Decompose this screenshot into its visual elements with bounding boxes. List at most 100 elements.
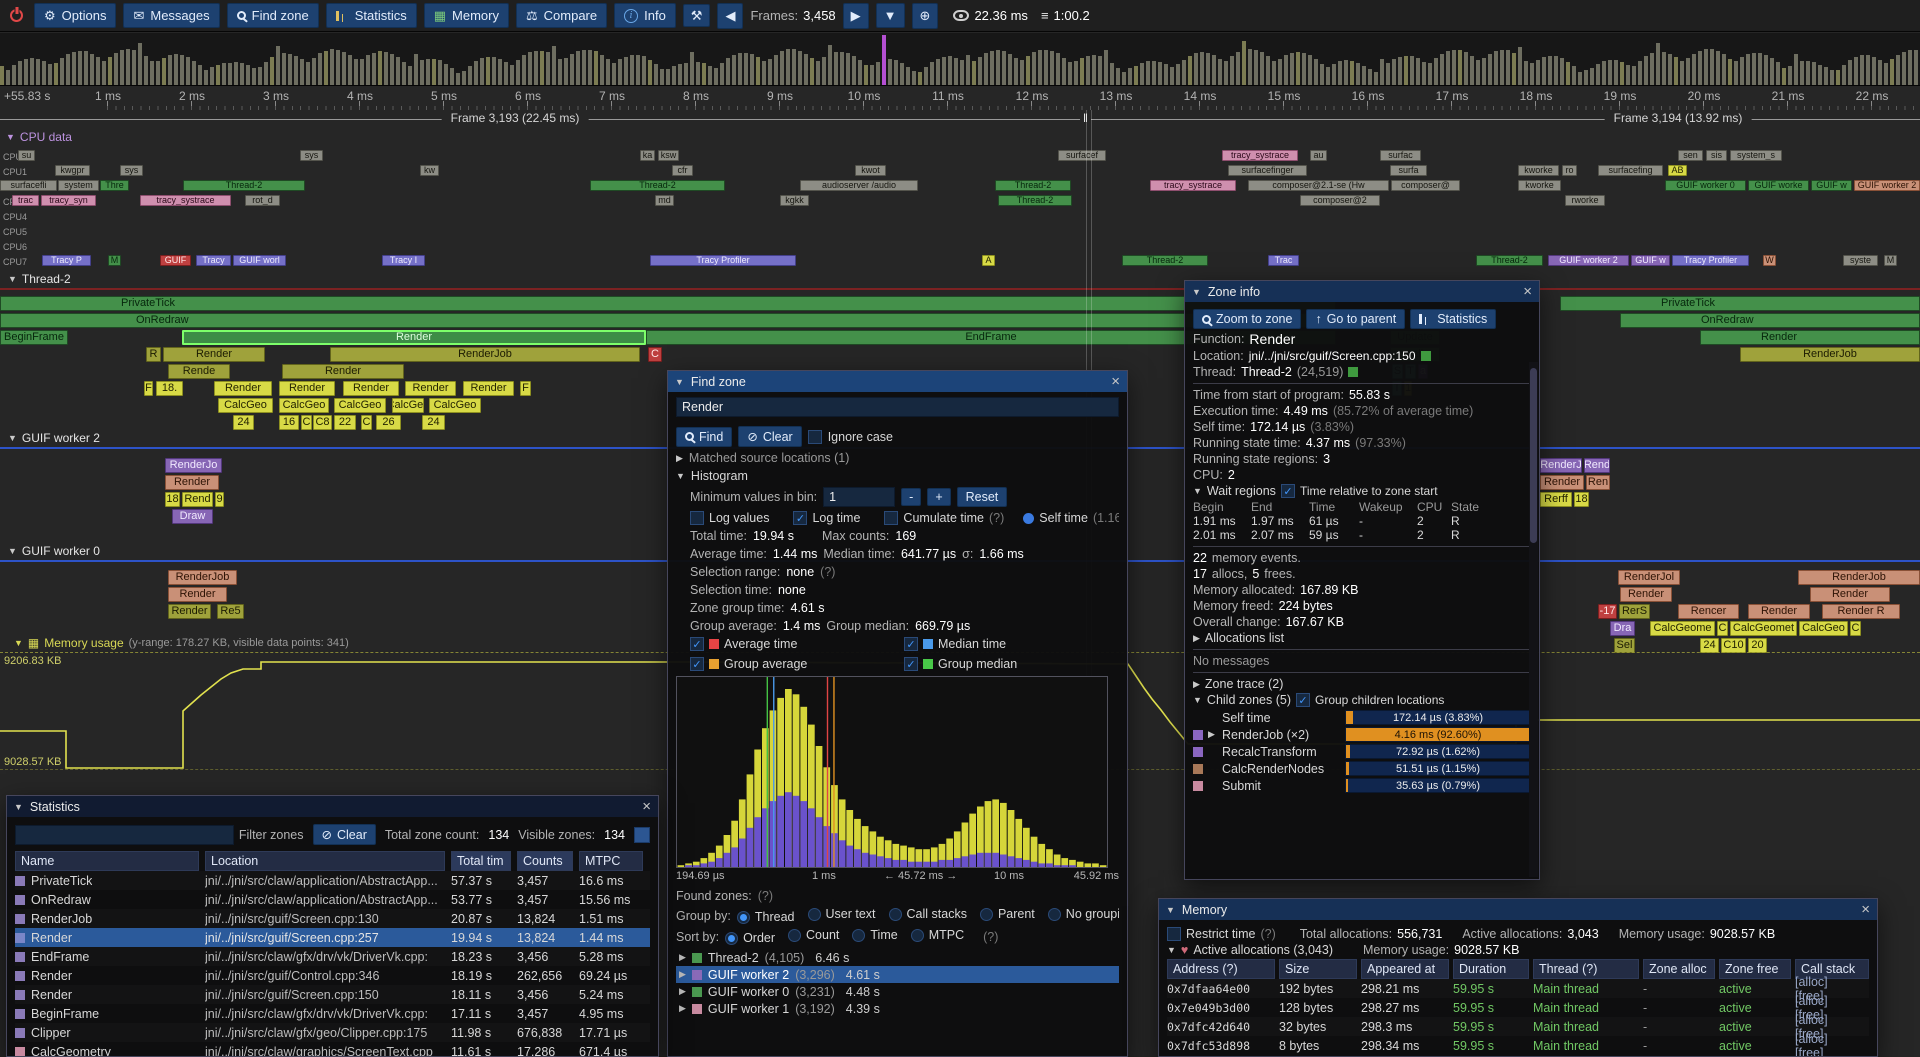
radio-icon[interactable]	[1048, 908, 1061, 921]
find-zone-input[interactable]	[676, 397, 1119, 417]
scrollbar[interactable]	[1529, 362, 1538, 877]
close-icon[interactable]: ×	[1861, 902, 1870, 917]
checkbox[interactable]	[904, 657, 918, 671]
timeline-zone[interactable]: 16	[279, 415, 299, 430]
tools-button[interactable]: ⚒	[683, 4, 711, 27]
timeline-zone[interactable]: Render R	[1822, 604, 1900, 619]
collapse-icon[interactable]: ▼	[1192, 287, 1201, 297]
timeline-zone[interactable]: CalcGeo	[1799, 621, 1848, 636]
legend-item[interactable]: Group median	[904, 657, 1099, 671]
legend-item[interactable]: Group average	[690, 657, 885, 671]
timeline-zone[interactable]: F	[520, 381, 531, 396]
prev-frame-button[interactable]: ◀	[717, 3, 743, 29]
timeline-zone[interactable]: CalcGeo	[279, 398, 329, 413]
info-button[interactable]: iInfo	[614, 3, 676, 28]
timeline-zone[interactable]: Render	[343, 381, 399, 396]
thread-zone-row[interactable]: RRenderRenderJobCcallRenderJob	[0, 347, 1920, 364]
timeline-zone[interactable]: CalcGeo	[429, 398, 481, 413]
free-callstack-link[interactable]: [free]	[1795, 1046, 1869, 1057]
timeline-zone[interactable]: Re5	[217, 604, 244, 619]
zone-group-row[interactable]: GUIF worker 2(3,296)4.61 s	[676, 966, 1119, 983]
expand-icon[interactable]: ▶	[1208, 729, 1217, 740]
collapse-icon[interactable]: ▼	[1166, 905, 1175, 915]
sort-by-option[interactable]: MTPC	[911, 928, 964, 942]
zone-statistics-button[interactable]: Statistics	[1410, 309, 1496, 329]
power-icon[interactable]	[10, 9, 23, 22]
allocation-row[interactable]: 0x7dfc42d640 32 bytes 298.3 ms 59.95 s M…	[1167, 1017, 1869, 1036]
memory-titlebar[interactable]: ▼ Memory ×	[1159, 899, 1877, 920]
alloc-callstack-link[interactable]: [alloc]	[1795, 975, 1869, 989]
histogram-option[interactable]: Log time	[793, 511, 865, 525]
timeline-zone[interactable]: CalcGeomet	[1730, 621, 1797, 636]
thread-swatch[interactable]	[1348, 367, 1358, 377]
sort-by-option[interactable]: Order	[725, 931, 775, 945]
limit-view-button[interactable]	[634, 827, 650, 843]
wait-regions-toggle[interactable]: ▼Wait regionsTime relative to zone start	[1193, 484, 1531, 498]
statistics-row[interactable]: RenderJob jni/../jni/src/guif/Screen.cpp…	[15, 909, 650, 928]
timeline-zone[interactable]: RenderJob	[1740, 347, 1920, 362]
timeline-zone[interactable]: RenderJob	[1798, 570, 1920, 585]
checkbox[interactable]	[904, 637, 918, 651]
decrement-button[interactable]: -	[901, 488, 921, 506]
goto-frame-button[interactable]: ⊕	[912, 3, 939, 29]
timeline-zone[interactable]: Rerff	[1540, 492, 1572, 507]
timeline-zone[interactable]: 24	[1700, 638, 1719, 653]
timeline-zone[interactable]: CalcGeo	[334, 398, 386, 413]
statistics-row[interactable]: BeginFrame jni/../jni/src/claw/gfx/drv/v…	[15, 1004, 650, 1023]
timeline-zone[interactable]: Rencer	[1678, 604, 1739, 619]
close-icon[interactable]: ×	[642, 799, 651, 814]
messages-button[interactable]: ✉Messages	[123, 3, 219, 28]
timeline-zone[interactable]: Render	[214, 381, 272, 396]
timeline-zone[interactable]: Render	[282, 364, 404, 379]
histogram-toggle[interactable]: ▼Histogram	[676, 469, 1119, 483]
thread-zone-row[interactable]: OnRedraw OnRedraw	[0, 313, 1920, 330]
histogram-option[interactable]: Self time(1.16%)	[1023, 511, 1119, 525]
timeline-zone[interactable]: OnRedraw	[1620, 313, 1920, 328]
column-header[interactable]: Counts	[517, 851, 573, 871]
column-header[interactable]: Location	[205, 851, 445, 871]
cpu-data-header[interactable]: ▼ CPU data	[6, 130, 72, 144]
timeline-zone[interactable]: Render	[168, 604, 211, 619]
timeline-zone[interactable]: C	[1850, 621, 1861, 636]
allocations-list-toggle[interactable]: ▶Allocations list	[1193, 631, 1531, 645]
close-icon[interactable]: ×	[1523, 284, 1532, 299]
timeline-zone[interactable]: RerS	[1619, 604, 1650, 619]
radio-icon[interactable]	[788, 929, 801, 942]
group-by-option[interactable]: Call stacks	[889, 907, 967, 921]
alloc-callstack-link[interactable]: [alloc]	[1795, 1013, 1869, 1027]
timeline-zone[interactable]: Render	[168, 587, 227, 602]
timeline-zone[interactable]: Ren	[1586, 475, 1610, 490]
timeline-zone[interactable]: OnRedraw	[0, 313, 1336, 328]
column-header[interactable]: Zone free	[1719, 959, 1791, 979]
column-header[interactable]: Address (?)	[1167, 959, 1275, 979]
matched-locations-toggle[interactable]: ▶Matched source locations (1)	[676, 451, 1119, 465]
go-to-parent-button[interactable]: ↑Go to parent	[1306, 309, 1405, 329]
timeline-zone[interactable]: Render	[1700, 330, 1920, 345]
thread-header[interactable]: ▼Thread-2	[8, 272, 71, 286]
timeline-zone[interactable]: PrivateTick	[0, 296, 1336, 311]
histogram-option[interactable]: Cumulate time(?)	[884, 511, 1004, 525]
timeline-zone[interactable]: C8	[313, 415, 332, 430]
find-zone-titlebar[interactable]: ▼ Find zone ×	[668, 371, 1127, 392]
scrollbar-thumb[interactable]	[1530, 368, 1537, 543]
collapse-icon[interactable]: ▼	[675, 377, 684, 387]
ignore-case-checkbox[interactable]	[808, 430, 822, 444]
radio-icon[interactable]	[737, 911, 750, 924]
column-header[interactable]: Size	[1279, 959, 1357, 979]
find-zone-button[interactable]: Find zone	[227, 3, 319, 28]
group-by-option[interactable]: Thread	[737, 910, 795, 924]
timeline-zone[interactable]: Rend	[1584, 458, 1610, 473]
timeline-zone[interactable]: 20	[1748, 638, 1767, 653]
compare-button[interactable]: ⚖Compare	[516, 3, 607, 28]
sort-by-option[interactable]: Count	[788, 928, 839, 942]
checkbox[interactable]	[690, 511, 704, 525]
allocation-row[interactable]: 0x7e049b3d00 128 bytes 298.27 ms 59.95 s…	[1167, 998, 1869, 1017]
timeline-zone[interactable]: 9	[215, 492, 224, 507]
radio-icon[interactable]	[852, 929, 865, 942]
timeline-zone[interactable]: Render	[163, 347, 265, 362]
child-zone-row[interactable]: ▶ Submit 35.63 µs (0.79%)	[1193, 777, 1531, 794]
timeline-zone[interactable]: Render	[1540, 475, 1584, 490]
restrict-time-checkbox[interactable]	[1167, 927, 1181, 941]
timeline-zone[interactable]: CalcGeome	[1650, 621, 1715, 636]
thread-zone-row[interactable]: BeginFrameRenderEndFrameUpdateRender	[0, 330, 1920, 347]
